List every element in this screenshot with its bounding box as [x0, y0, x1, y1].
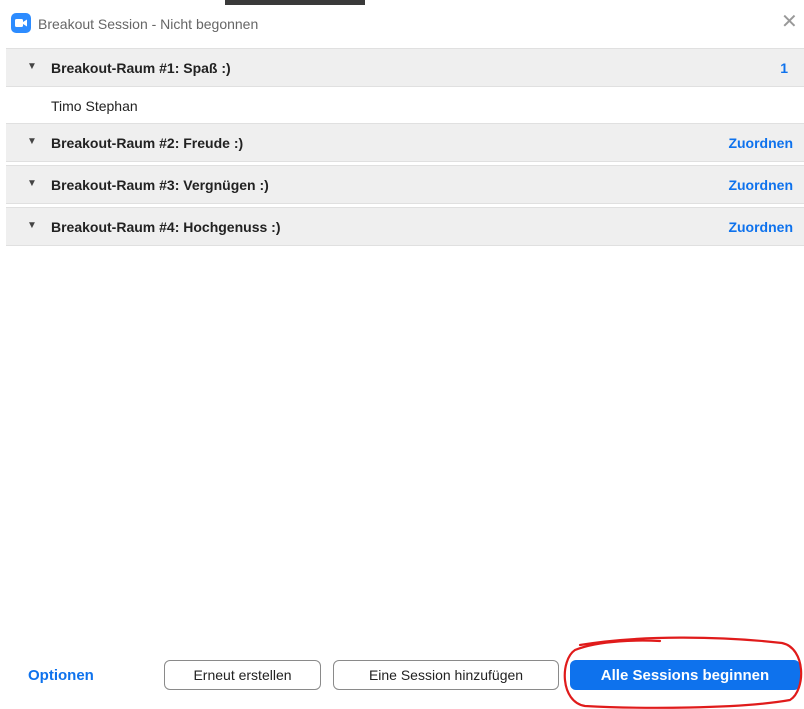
room-name: Breakout-Raum #2: Freude :) — [51, 135, 244, 151]
caret-down-icon[interactable]: ▼ — [27, 136, 37, 147]
recreate-button[interactable]: Erneut erstellen — [164, 660, 321, 690]
assign-link[interactable]: Zuordnen — [728, 177, 793, 193]
caret-down-icon[interactable]: ▼ — [27, 220, 37, 231]
room-header-1[interactable]: ▼ Breakout-Raum #1: Spaß :) 1 — [6, 48, 804, 87]
zoom-camera-icon — [11, 13, 31, 33]
room-header-4[interactable]: ▼ Breakout-Raum #4: Hochgenuss :) Zuordn… — [6, 207, 804, 246]
room-name: Breakout-Raum #1: Spaß :) — [51, 60, 231, 76]
top-strip — [0, 0, 804, 6]
room-participant-count: 1 — [780, 60, 788, 76]
close-icon[interactable]: ✕ — [781, 12, 798, 32]
background-strip — [225, 0, 365, 5]
participant-name: Timo Stephan — [51, 98, 138, 114]
window-title: Breakout Session - Nicht begonnen — [38, 16, 259, 32]
options-link[interactable]: Optionen — [28, 667, 94, 684]
room-name: Breakout-Raum #4: Hochgenuss :) — [51, 219, 281, 235]
assign-link[interactable]: Zuordnen — [728, 219, 793, 235]
assign-link[interactable]: Zuordnen — [728, 135, 793, 151]
room-header-2[interactable]: ▼ Breakout-Raum #2: Freude :) Zuordnen — [6, 123, 804, 162]
list-item[interactable]: Timo Stephan — [6, 89, 804, 123]
room-name: Breakout-Raum #3: Vergnügen :) — [51, 177, 269, 193]
caret-down-icon[interactable]: ▼ — [27, 61, 37, 72]
add-session-button[interactable]: Eine Session hinzufügen — [333, 660, 559, 690]
start-all-sessions-button[interactable]: Alle Sessions beginnen — [570, 660, 800, 690]
room-header-3[interactable]: ▼ Breakout-Raum #3: Vergnügen :) Zuordne… — [6, 165, 804, 204]
caret-down-icon[interactable]: ▼ — [27, 178, 37, 189]
